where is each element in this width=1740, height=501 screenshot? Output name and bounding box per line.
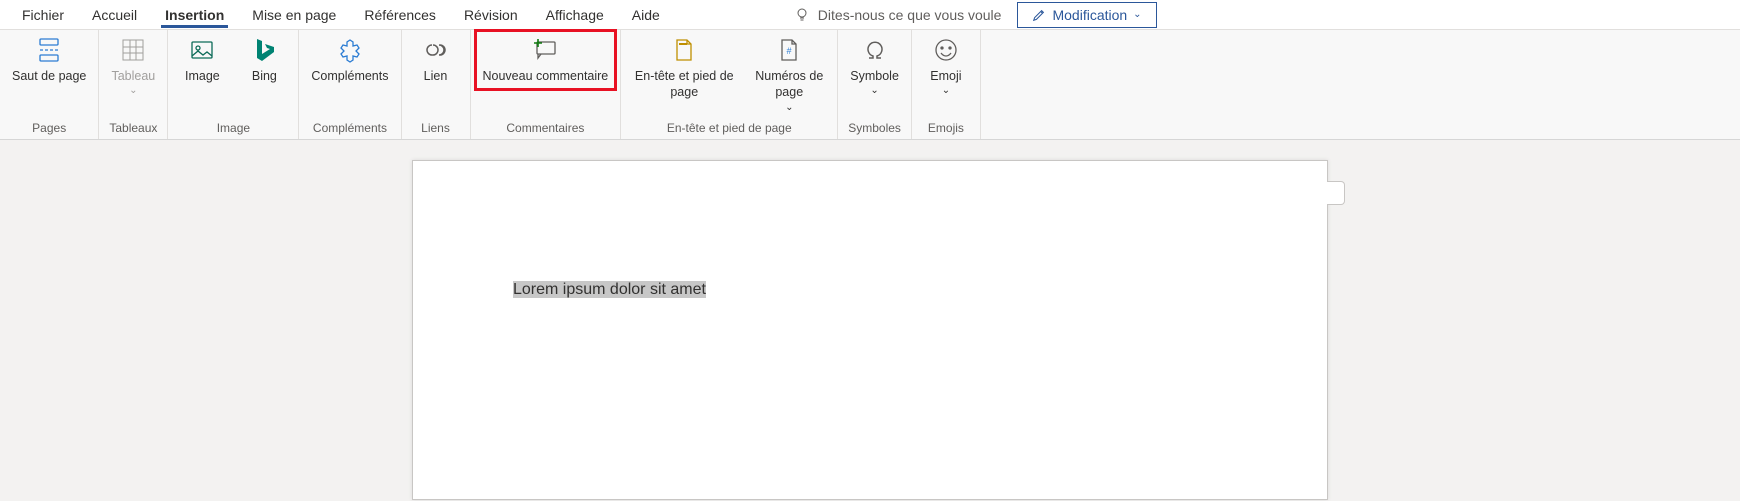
group-image: Image Bing Image: [168, 30, 299, 139]
bing-icon: [250, 36, 278, 64]
page-break-button[interactable]: Saut de page: [8, 34, 90, 86]
page-side-tab[interactable]: [1327, 181, 1345, 205]
bulb-icon: [794, 7, 810, 23]
tab-bar: Fichier Accueil Insertion Mise en page R…: [0, 0, 1740, 30]
group-tableaux: Tableau ⌄ Tableaux: [99, 30, 168, 139]
numeros-page-button[interactable]: # Numéros de page ⌄: [749, 34, 829, 116]
tableau-button[interactable]: Tableau ⌄: [107, 34, 159, 99]
group-label-tableaux: Tableaux: [109, 119, 157, 135]
pencil-icon: [1032, 8, 1046, 22]
tell-me-text: Dites-nous ce que vous voule: [818, 7, 1002, 23]
group-label-entete: En-tête et pied de page: [667, 119, 792, 135]
group-complements: Compléments Compléments: [299, 30, 401, 139]
tab-affichage[interactable]: Affichage: [532, 3, 618, 27]
entete-button[interactable]: En-tête et pied de page: [629, 34, 739, 103]
page-break-icon: [35, 36, 63, 64]
tab-references[interactable]: Références: [350, 3, 450, 27]
tab-insertion[interactable]: Insertion: [151, 3, 238, 27]
modification-button[interactable]: Modification ⌄: [1017, 2, 1156, 28]
chevron-down-icon: ⌄: [1133, 9, 1141, 20]
nouveau-commentaire-button[interactable]: Nouveau commentaire: [479, 34, 613, 86]
tab-accueil[interactable]: Accueil: [78, 3, 151, 27]
symbol-icon: [861, 36, 889, 64]
group-entete: En-tête et pied de page # Numéros de pag…: [621, 30, 838, 139]
emoji-button[interactable]: Emoji ⌄: [920, 34, 972, 99]
table-icon: [119, 36, 147, 64]
document-area: Lorem ipsum dolor sit amet: [0, 140, 1740, 500]
group-label-emojis: Emojis: [928, 119, 964, 135]
symbole-button[interactable]: Symbole ⌄: [846, 34, 903, 99]
group-pages: Saut de page Pages: [0, 30, 99, 139]
tab-revision[interactable]: Révision: [450, 3, 532, 27]
document-text-selection[interactable]: Lorem ipsum dolor sit amet: [513, 281, 706, 298]
group-label-complements: Compléments: [313, 119, 387, 135]
group-label-liens: Liens: [421, 119, 450, 135]
group-symboles: Symbole ⌄ Symboles: [838, 30, 912, 139]
modification-label: Modification: [1052, 7, 1127, 23]
lien-button[interactable]: Lien: [410, 34, 462, 86]
group-emojis: Emoji ⌄ Emojis: [912, 30, 981, 139]
tell-me-search[interactable]: Dites-nous ce que vous voule: [794, 7, 1002, 23]
bing-button[interactable]: Bing: [238, 34, 290, 86]
document-page[interactable]: Lorem ipsum dolor sit amet: [412, 160, 1328, 500]
complements-button[interactable]: Compléments: [307, 34, 392, 86]
emoji-icon: [932, 36, 960, 64]
header-footer-icon: [670, 36, 698, 64]
tab-aide[interactable]: Aide: [618, 3, 674, 27]
tab-mise-en-page[interactable]: Mise en page: [238, 3, 350, 27]
group-label-symboles: Symboles: [848, 119, 901, 135]
link-icon: [422, 36, 450, 64]
image-button[interactable]: Image: [176, 34, 228, 86]
group-label-image: Image: [217, 119, 250, 135]
chevron-down-icon: ⌄: [785, 101, 793, 114]
chevron-down-icon: ⌄: [129, 84, 137, 97]
ribbon: Saut de page Pages Tableau ⌄ Tableaux Im…: [0, 30, 1740, 140]
chevron-down-icon: ⌄: [870, 84, 878, 97]
tab-fichier[interactable]: Fichier: [8, 3, 78, 27]
group-liens: Lien Liens: [402, 30, 471, 139]
addins-icon: [336, 36, 364, 64]
page-number-icon: #: [775, 36, 803, 64]
chevron-down-icon: ⌄: [942, 84, 950, 97]
group-label-commentaires: Commentaires: [506, 119, 584, 135]
image-icon: [188, 36, 216, 64]
group-commentaires: Nouveau commentaire Commentaires: [471, 30, 622, 139]
group-label-pages: Pages: [32, 119, 66, 135]
svg-text:#: #: [787, 46, 792, 56]
comment-icon: [531, 36, 559, 64]
